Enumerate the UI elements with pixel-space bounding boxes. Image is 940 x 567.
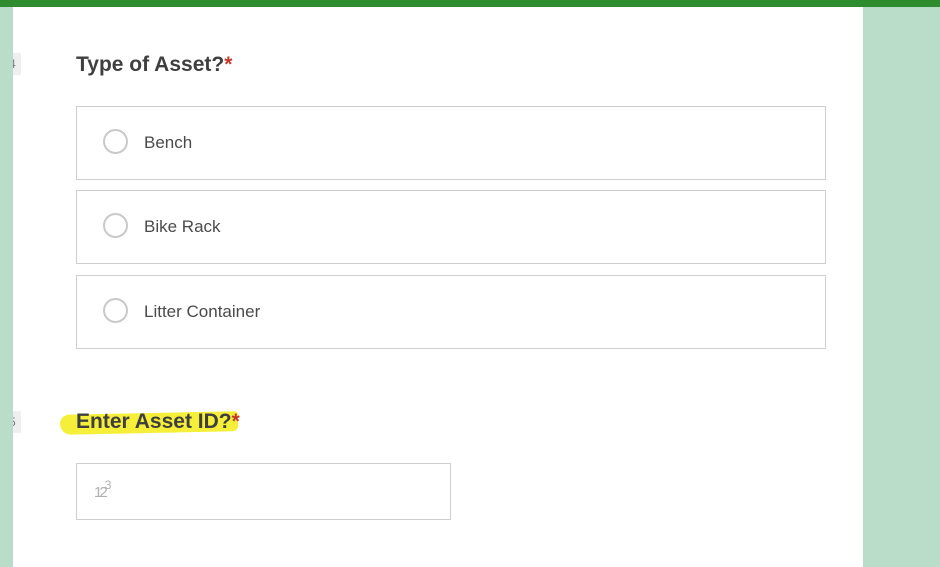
option-bike-rack[interactable]: Bike Rack <box>76 190 826 264</box>
option-litter-container[interactable]: Litter Container <box>76 275 826 349</box>
asset-id-input[interactable]: 123 <box>76 463 451 520</box>
required-marker: * <box>224 53 233 76</box>
question-label: Type of Asset? <box>76 53 225 76</box>
question-title-asset-id: Enter Asset ID?* <box>76 410 240 434</box>
question-label: Enter Asset ID? <box>76 410 232 433</box>
question-number: 5 <box>13 411 21 433</box>
survey-form: 4 Type of Asset?* Bench Bike Rack Litter… <box>13 7 863 567</box>
radio-button[interactable] <box>103 298 128 323</box>
question-title-asset-type: Type of Asset?* <box>76 53 232 77</box>
header-bar <box>0 0 940 7</box>
number-input-icon: 123 <box>94 478 112 501</box>
option-label: Bench <box>144 133 193 152</box>
option-label: Bike Rack <box>144 217 221 236</box>
required-marker: * <box>231 410 240 433</box>
radio-button[interactable] <box>103 213 128 238</box>
option-label: Litter Container <box>144 302 261 321</box>
radio-button[interactable] <box>103 129 128 154</box>
option-bench[interactable]: Bench <box>76 106 826 180</box>
question-number: 4 <box>13 53 21 75</box>
